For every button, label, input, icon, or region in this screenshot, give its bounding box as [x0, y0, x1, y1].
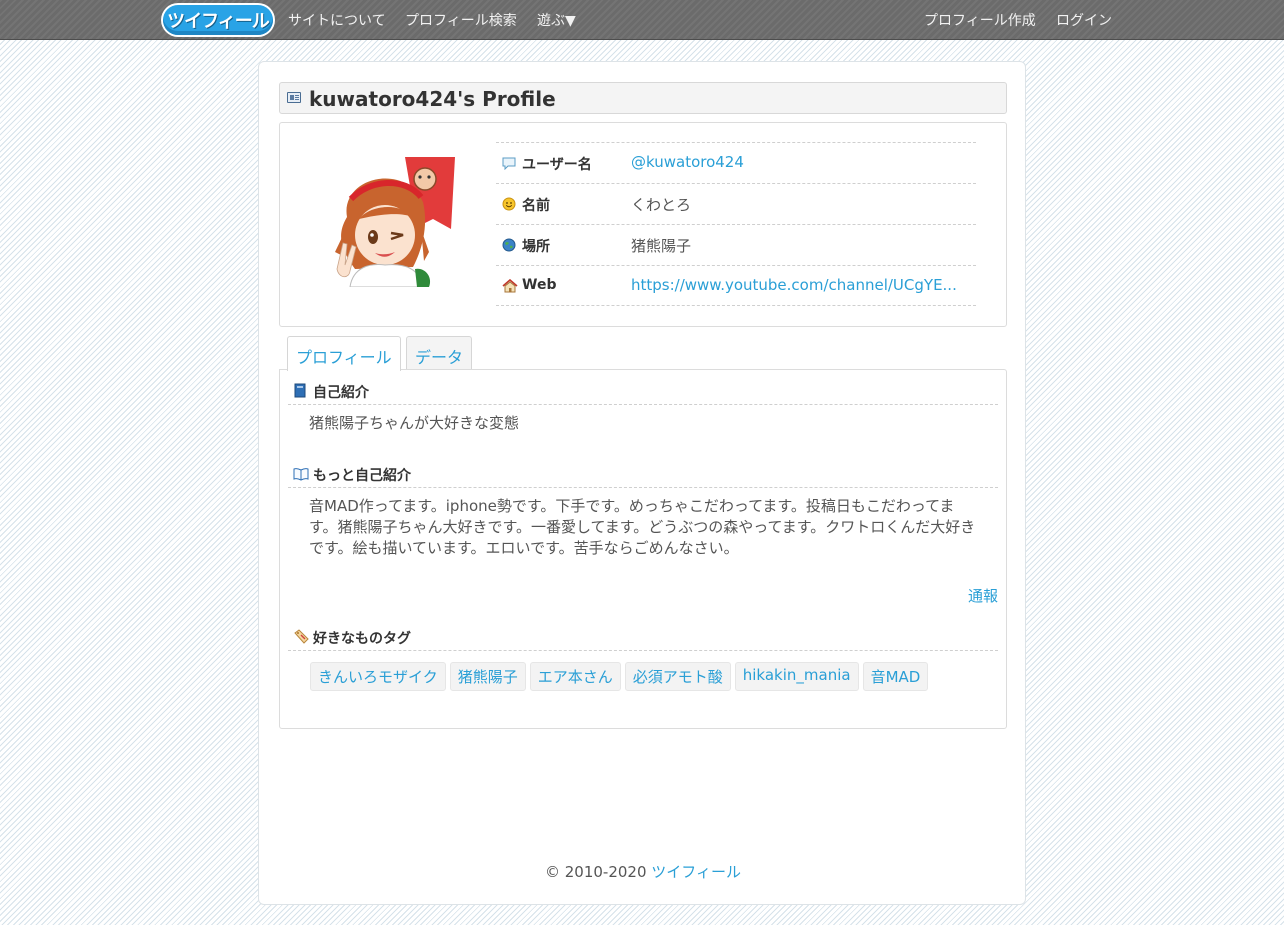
web-label: Web [522, 277, 557, 293]
profile-row-name: 名前 くわとろ [496, 183, 976, 224]
more-intro-text: 音MAD作ってます。iphone勢です。下手です。めっちゃこだわってます。投稿日… [309, 497, 976, 557]
profile-row-username: ユーザー名 @kuwatoro424 [496, 142, 976, 183]
report-link[interactable]: 通報 [968, 585, 998, 606]
intro-section-header: 自己紹介 [288, 378, 998, 405]
nav-about-link[interactable]: サイトについて [288, 10, 386, 30]
tag-item[interactable]: きんいろモザイク [310, 662, 446, 691]
tag-item[interactable]: エア本さん [529, 662, 621, 691]
avatar [325, 157, 455, 287]
location-value: 猪熊陽子 [631, 237, 692, 255]
intro-section-title: 自己紹介 [313, 385, 369, 401]
main-container: kuwatoro424's Profile ユーザー名 @kuwatoro424… [258, 61, 1026, 905]
profile-tab-panel: 自己紹介 猪熊陽子ちゃんが大好きな変態 もっと自己紹介 音MAD作ってます。ip… [279, 369, 1007, 729]
intro-text: 猪熊陽子ちゃんが大好きな変態 [309, 414, 520, 432]
more-intro-section-title: もっと自己紹介 [313, 468, 411, 484]
profile-info-table: ユーザー名 @kuwatoro424 名前 くわとろ 場所 猪熊陽子 Web h… [496, 142, 976, 306]
location-label: 場所 [522, 239, 550, 255]
page-header: kuwatoro424's Profile [279, 82, 1007, 114]
profile-card: ユーザー名 @kuwatoro424 名前 くわとろ 場所 猪熊陽子 Web h… [279, 122, 1007, 327]
tag-item[interactable]: 音MAD [862, 662, 929, 691]
page-title: kuwatoro424's Profile [309, 87, 556, 111]
username-label: ユーザー名 [522, 157, 592, 173]
name-value: くわとろ [631, 196, 692, 214]
footer-site-link[interactable]: ツイフィール [651, 863, 741, 881]
logo-text: ツイフィール [167, 11, 270, 32]
tag-list: きんいろモザイク 猪熊陽子 エア本さん 必須アモト酸 hikakin_mania… [310, 662, 929, 691]
tag-icon [293, 629, 309, 644]
more-intro-section-header: もっと自己紹介 [288, 461, 998, 488]
site-logo[interactable]: ツイフィール [163, 5, 273, 35]
name-label: 名前 [522, 198, 550, 214]
profile-row-web: Web https://www.youtube.com/channel/UCgY… [496, 265, 976, 306]
username-link[interactable]: @kuwatoro424 [631, 153, 744, 171]
nav-play-dropdown[interactable]: 遊ぶ▼ [537, 10, 576, 30]
profile-row-location: 場所 猪熊陽子 [496, 224, 976, 265]
tab-data[interactable]: データ [406, 336, 473, 370]
globe-icon [502, 238, 516, 252]
home-icon [502, 278, 518, 293]
copyright-text: © 2010-2020 [544, 863, 647, 881]
tag-item[interactable]: 猪熊陽子 [449, 662, 526, 691]
top-navbar: ツイフィール サイトについて プロフィール検索 遊ぶ▼ プロフィール作成 ログイ… [0, 0, 1284, 40]
tag-item[interactable]: 必須アモト酸 [624, 662, 731, 691]
tags-section-header: 好きなものタグ [288, 624, 998, 651]
nav-create-profile-link[interactable]: プロフィール作成 [924, 10, 1036, 30]
tags-section-title: 好きなものタグ [313, 631, 411, 647]
tag-item[interactable]: hikakin_mania [734, 662, 859, 691]
notebook-icon [293, 383, 307, 398]
footer: © 2010-2020 ツイフィール [259, 861, 1027, 882]
tab-profile[interactable]: プロフィール [287, 336, 401, 371]
nav-login-link[interactable]: ログイン [1056, 10, 1112, 30]
smiley-icon [502, 197, 516, 211]
nav-profile-search-link[interactable]: プロフィール検索 [405, 10, 517, 30]
id-card-icon [287, 92, 301, 103]
speech-bubble-icon [502, 156, 516, 171]
open-book-icon [293, 466, 309, 481]
web-link[interactable]: https://www.youtube.com/channel/UCgYE... [631, 276, 957, 294]
